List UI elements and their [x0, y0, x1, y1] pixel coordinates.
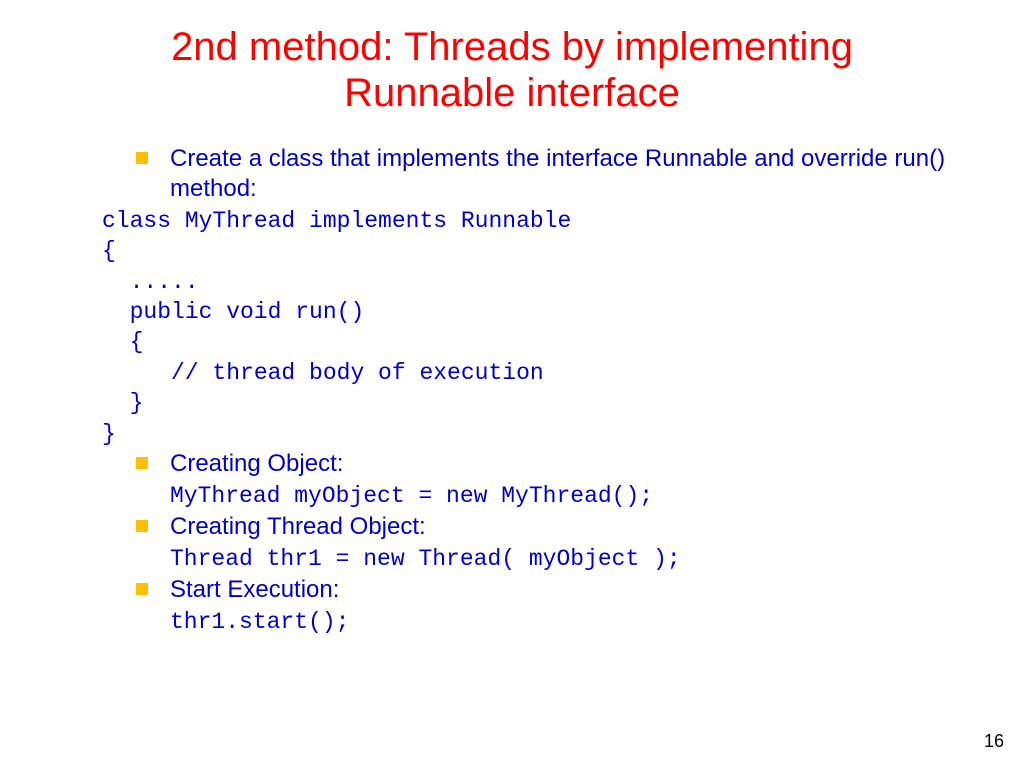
- slide-content: Create a class that implements the inter…: [48, 144, 976, 638]
- slide: 2nd method: Threads by implementing Runn…: [0, 0, 1024, 768]
- bullet-item: Start Execution:: [136, 575, 976, 605]
- bullet-item: Create a class that implements the inter…: [136, 144, 976, 204]
- bullet-label: Create a class that implements the inter…: [170, 144, 976, 204]
- bullet-item: Creating Thread Object:: [136, 512, 976, 542]
- bullet-item: Creating Object:: [136, 449, 976, 479]
- bullet-square-icon: [136, 457, 148, 469]
- bullet-square-icon: [136, 152, 148, 164]
- code-class-declaration: class MyThread implements Runnable { ...…: [102, 206, 976, 449]
- slide-title: 2nd method: Threads by implementing Runn…: [48, 24, 976, 116]
- bullet-label: Creating Thread Object:: [170, 512, 426, 542]
- code-start-execution: thr1.start();: [170, 607, 976, 638]
- bullet-square-icon: [136, 583, 148, 595]
- bullet-square-icon: [136, 520, 148, 532]
- code-create-object: MyThread myObject = new MyThread();: [170, 481, 976, 512]
- code-create-thread: Thread thr1 = new Thread( myObject );: [170, 544, 976, 575]
- page-number: 16: [984, 731, 1004, 752]
- bullet-label: Start Execution:: [170, 575, 339, 605]
- bullet-label: Creating Object:: [170, 449, 343, 479]
